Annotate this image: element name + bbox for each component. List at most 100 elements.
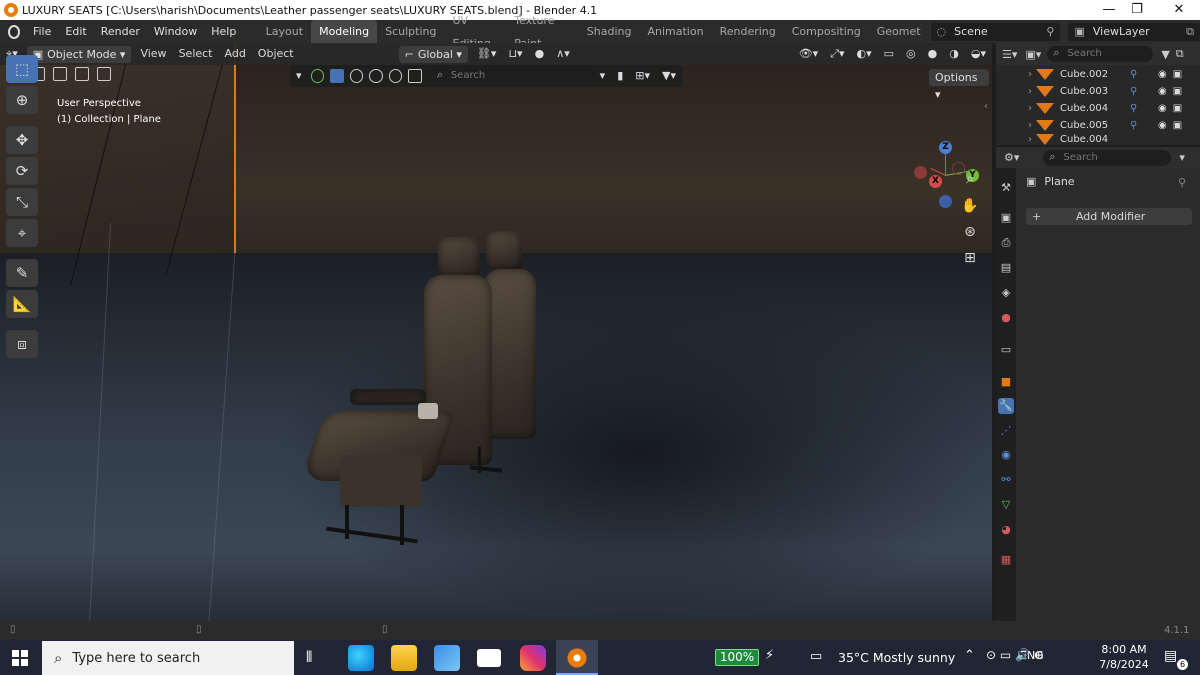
filter-dropdown-icon[interactable]: ▾: [290, 65, 308, 87]
task-view-icon[interactable]: ⫴: [306, 648, 312, 666]
new-viewlayer-icon[interactable]: ⧉: [1186, 25, 1194, 39]
display-mode-icon[interactable]: ▣▾: [1025, 48, 1041, 61]
particles-tab-icon[interactable]: ⋰: [998, 423, 1014, 439]
menu-window[interactable]: Window: [147, 20, 204, 43]
maximize-button[interactable]: ❐: [1114, 0, 1160, 20]
outliner-row[interactable]: › Cube.005 ⚲ ◉ ▣: [996, 117, 1200, 134]
move-tool-icon[interactable]: ✥: [6, 126, 38, 154]
expand-icon[interactable]: ›: [996, 134, 1032, 145]
scene-filter-icon[interactable]: [408, 69, 422, 83]
collection-tab-icon[interactable]: ▭: [998, 342, 1014, 358]
object-tab-icon[interactable]: ■: [998, 374, 1014, 390]
render-tab-icon[interactable]: ▣: [998, 210, 1014, 226]
view-layer-tab-icon[interactable]: ▤: [998, 260, 1014, 276]
pin-icon[interactable]: ⚲: [1178, 176, 1186, 189]
texture-filter-icon[interactable]: [369, 69, 383, 83]
falloff-icon[interactable]: ∧▾: [550, 43, 576, 65]
transform-tool-icon[interactable]: ⌖: [6, 219, 38, 247]
tab-geometry-nodes[interactable]: Geomet: [869, 20, 929, 43]
outliner-row[interactable]: › Cube.002 ⚲ ◉ ▣: [996, 66, 1200, 83]
viewlayer-selector[interactable]: ▣ ViewLayer ⧉: [1068, 22, 1200, 41]
pivot-icon[interactable]: ⛓▾: [471, 43, 503, 65]
cursor-tool-icon[interactable]: ⊕: [6, 86, 38, 114]
outliner-row[interactable]: › Cube.004: [996, 134, 1200, 145]
blender-app-icon[interactable]: [564, 645, 590, 671]
tab-modeling[interactable]: Modeling: [311, 20, 378, 43]
outliner-row[interactable]: › Cube.004 ⚲ ◉ ▣: [996, 100, 1200, 117]
visibility-eye-icon[interactable]: ◉: [1158, 69, 1167, 80]
scale-tool-icon[interactable]: ⤡: [6, 188, 38, 216]
gizmo-z-label[interactable]: Z: [939, 141, 952, 154]
expand-icon[interactable]: ›: [996, 69, 1032, 80]
blender-menu-icon[interactable]: [8, 24, 20, 39]
layout-icon[interactable]: ⊞▾: [629, 65, 656, 87]
select-invert-icon[interactable]: [75, 67, 89, 81]
3d-viewport[interactable]: ⌖▾ ▣ Object Mode ▾ View Select Add Object…: [0, 43, 992, 621]
bookmark-icon[interactable]: ▮: [611, 65, 629, 87]
modifier-tab-icon[interactable]: 🔧: [998, 398, 1014, 414]
snap-icon[interactable]: ⊔▾: [502, 43, 528, 65]
properties-search-input[interactable]: Search: [1043, 149, 1172, 166]
proportional-edit-icon[interactable]: ●: [529, 43, 551, 65]
shading-rendered-icon[interactable]: ◒▾: [965, 43, 992, 65]
shading-solid-icon[interactable]: ●: [922, 43, 944, 65]
visibility-eye-icon[interactable]: ◉: [1158, 86, 1167, 97]
render-camera-icon[interactable]: ▣: [1173, 69, 1182, 80]
visibility-eye-icon[interactable]: ◉: [1158, 103, 1167, 114]
tab-sculpting[interactable]: Sculpting: [377, 20, 444, 43]
tool-tab-icon[interactable]: ⚒: [998, 180, 1014, 196]
physics-tab-icon[interactable]: ◉: [998, 447, 1014, 463]
file-explorer-icon[interactable]: [391, 645, 417, 671]
world-filter-icon[interactable]: [388, 69, 403, 83]
filter-icon[interactable]: ▼: [1161, 48, 1169, 61]
weather-label[interactable]: 35°C Mostly sunny: [838, 650, 955, 665]
clock[interactable]: 8:00 AM 7/8/2024: [1098, 642, 1150, 672]
menu-object[interactable]: Object: [252, 43, 300, 65]
outliner-row[interactable]: › Cube.003 ⚲ ◉ ▣: [996, 83, 1200, 100]
gizmo-x-label[interactable]: X: [929, 175, 942, 188]
tray-icons[interactable]: ⊙ ▭ 🔊 ⊕: [986, 648, 1044, 662]
add-cube-tool-icon[interactable]: ⧈: [6, 330, 38, 358]
menu-help[interactable]: Help: [204, 20, 243, 43]
visibility-eye-icon[interactable]: ◉: [1158, 120, 1167, 131]
tab-animation[interactable]: Animation: [639, 20, 711, 43]
rotate-tool-icon[interactable]: ⟳: [6, 157, 38, 185]
windows-start-icon[interactable]: [12, 650, 28, 666]
properties-editor-icon[interactable]: ⚙▾: [1004, 151, 1019, 164]
notification-icon[interactable]: ▤: [1164, 648, 1177, 664]
pan-hand-icon[interactable]: ✋: [960, 198, 980, 218]
pin-icon[interactable]: ⚲: [1046, 25, 1054, 38]
overlays-icon[interactable]: ◐▾: [851, 43, 878, 65]
add-modifier-button[interactable]: + Add Modifier: [1026, 208, 1192, 225]
sort-icon[interactable]: ▾: [594, 65, 612, 87]
mail-icon[interactable]: [477, 649, 501, 667]
chevron-up-icon[interactable]: ⌃: [964, 648, 975, 663]
expand-icon[interactable]: ›: [996, 86, 1032, 97]
menu-file[interactable]: File: [26, 20, 58, 43]
xray-icon[interactable]: ▭: [878, 43, 900, 65]
annotate-tool-icon[interactable]: ✎: [6, 259, 38, 287]
close-button[interactable]: ✕: [1156, 0, 1200, 20]
armrest[interactable]: [350, 389, 426, 405]
material-tab-icon[interactable]: ◕: [998, 522, 1014, 538]
options-button[interactable]: Options ▾: [929, 69, 989, 101]
properties-options-icon[interactable]: ▾: [1179, 151, 1185, 164]
output-tab-icon[interactable]: ⎙: [998, 235, 1014, 251]
expand-icon[interactable]: ›: [996, 120, 1032, 131]
menu-view[interactable]: View: [134, 43, 172, 65]
gizmo-neg-z[interactable]: [939, 195, 952, 208]
shading-material-icon[interactable]: ◑: [943, 43, 965, 65]
instagram-icon[interactable]: [520, 645, 546, 671]
collection-icon[interactable]: [310, 69, 325, 83]
object-filter-icon[interactable]: [330, 69, 344, 83]
tab-shading[interactable]: Shading: [579, 20, 640, 43]
render-camera-icon[interactable]: ▣: [1173, 120, 1182, 131]
expand-icon[interactable]: ›: [996, 103, 1032, 114]
scene-selector[interactable]: ◌ Scene ⚲: [930, 22, 1061, 41]
outliner-search-input[interactable]: Search: [1047, 45, 1154, 62]
visibility-icon[interactable]: 👁▾: [793, 43, 825, 65]
asset-search-input[interactable]: Search: [430, 67, 594, 84]
camera-icon[interactable]: ⊛: [960, 224, 980, 244]
constraints-tab-icon[interactable]: ⚯: [998, 472, 1014, 488]
outliner-editor-icon[interactable]: ☰▾: [1002, 48, 1017, 61]
